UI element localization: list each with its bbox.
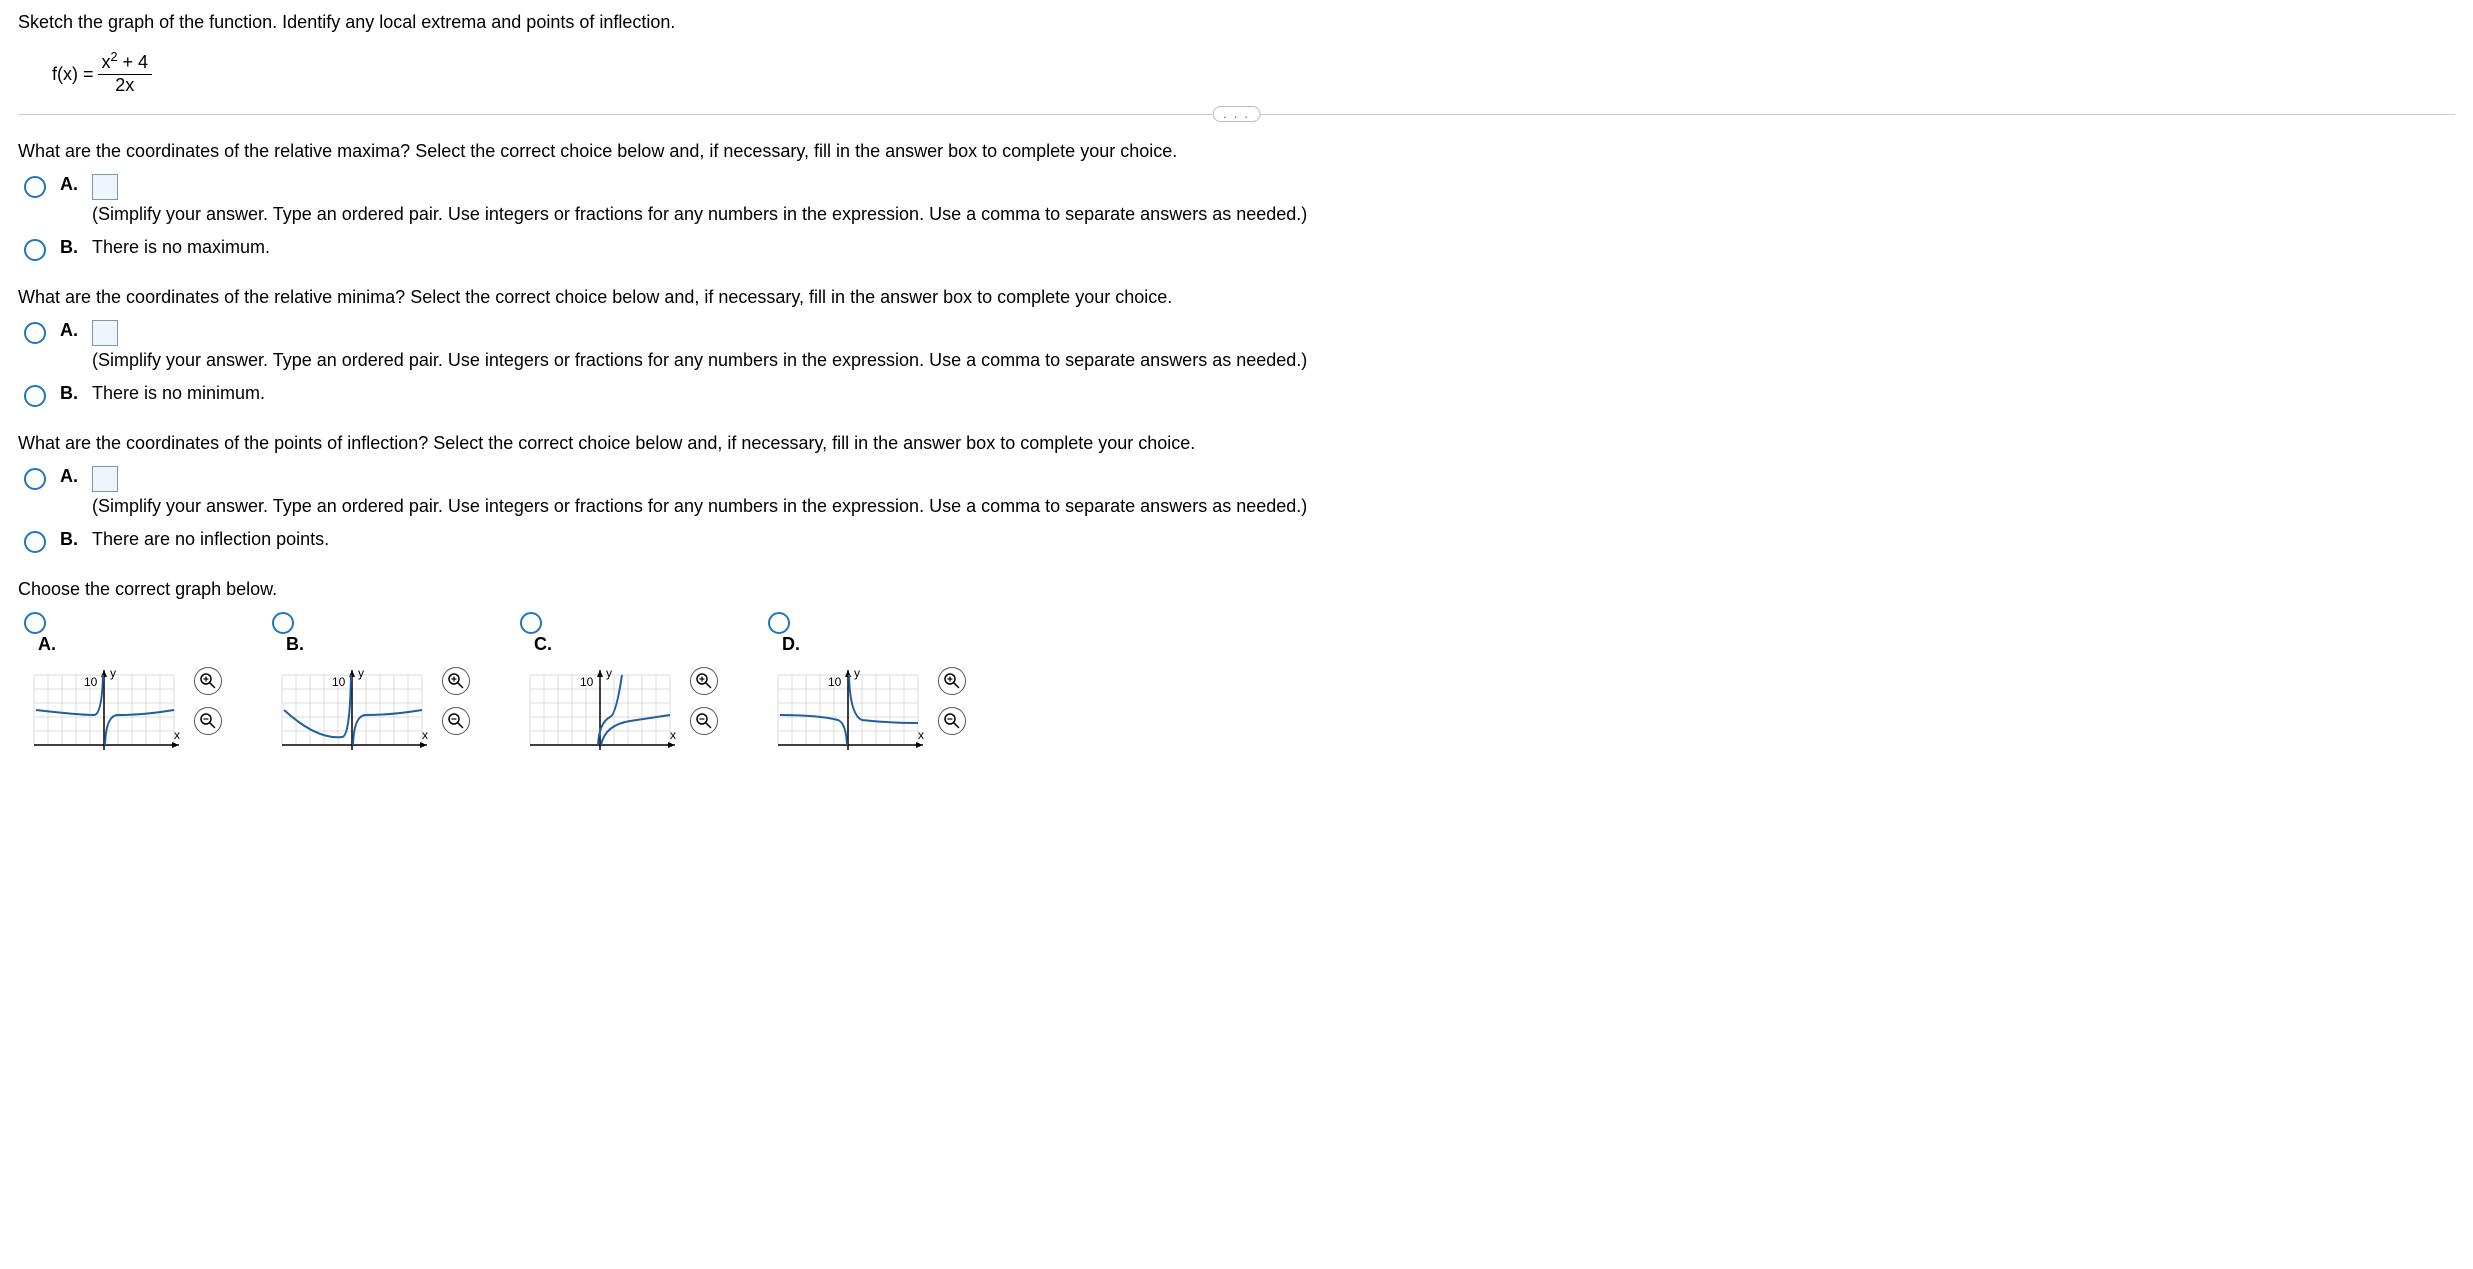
radio-q1-a[interactable] — [24, 176, 46, 198]
answer-input-q3[interactable] — [92, 466, 118, 492]
y-tick: 10 — [580, 675, 594, 689]
choice-letter: B. — [60, 383, 80, 404]
radio-q3-a[interactable] — [24, 468, 46, 490]
formula-numerator: x2 + 4 — [98, 53, 153, 75]
hint-text: (Simplify your answer. Type an ordered p… — [92, 204, 2455, 225]
x-axis-label: x — [174, 728, 180, 742]
y-axis-label: y — [358, 666, 364, 680]
zoom-in-icon[interactable] — [194, 667, 222, 695]
question-minima: What are the coordinates of the relative… — [18, 287, 2455, 308]
choice-letter: A. — [60, 174, 80, 195]
question-maxima: What are the coordinates of the relative… — [18, 141, 2455, 162]
x-axis-label: x — [918, 728, 924, 742]
y-tick: 10 — [84, 675, 98, 689]
question-graph: Choose the correct graph below. — [18, 579, 2455, 600]
zoom-out-icon[interactable] — [194, 707, 222, 735]
hint-text: (Simplify your answer. Type an ordered p… — [92, 350, 2455, 371]
zoom-in-icon[interactable] — [690, 667, 718, 695]
choice-letter: A. — [60, 320, 80, 341]
zoom-out-icon[interactable] — [442, 707, 470, 735]
choice-text: There is no maximum. — [92, 237, 2455, 258]
graph-thumbnail-b[interactable]: y x 10 — [272, 665, 470, 755]
radio-graph-c[interactable] — [520, 612, 542, 634]
choice-letter: B. — [286, 634, 458, 655]
x-axis-label: x — [422, 728, 428, 742]
radio-graph-d[interactable] — [768, 612, 790, 634]
choice-letter: D. — [782, 634, 954, 655]
question-inflection: What are the coordinates of the points o… — [18, 433, 2455, 454]
divider: . . . — [18, 114, 2455, 115]
y-axis-label: y — [854, 666, 860, 680]
zoom-in-icon[interactable] — [442, 667, 470, 695]
answer-input-q1[interactable] — [92, 174, 118, 200]
choice-letter: B. — [60, 529, 80, 550]
y-tick: 10 — [828, 675, 842, 689]
radio-q3-b[interactable] — [24, 531, 46, 553]
choice-letter: A. — [38, 634, 210, 655]
answer-input-q2[interactable] — [92, 320, 118, 346]
y-axis-label: y — [110, 666, 116, 680]
radio-q2-a[interactable] — [24, 322, 46, 344]
choice-text: There are no inflection points. — [92, 529, 2455, 550]
choice-letter: A. — [60, 466, 80, 487]
graph-thumbnail-c[interactable]: y x 10 — [520, 665, 718, 755]
graph-thumbnail-a[interactable]: y x 10 — [24, 665, 222, 755]
zoom-out-icon[interactable] — [938, 707, 966, 735]
radio-graph-a[interactable] — [24, 612, 46, 634]
hint-text: (Simplify your answer. Type an ordered p… — [92, 496, 2455, 517]
radio-q2-b[interactable] — [24, 385, 46, 407]
formula-denominator: 2x — [111, 75, 138, 96]
x-axis-label: x — [670, 728, 676, 742]
radio-q1-b[interactable] — [24, 239, 46, 261]
question-prompt: Sketch the graph of the function. Identi… — [18, 12, 2455, 33]
choice-text: There is no minimum. — [92, 383, 2455, 404]
y-axis-label: y — [606, 666, 612, 680]
choice-letter: B. — [60, 237, 80, 258]
zoom-in-icon[interactable] — [938, 667, 966, 695]
y-tick: 10 — [332, 675, 346, 689]
expand-icon[interactable]: . . . — [1212, 106, 1261, 122]
formula-lhs: f(x) = — [52, 64, 94, 85]
graph-thumbnail-d[interactable]: y x 10 — [768, 665, 966, 755]
function-formula: f(x) = x2 + 4 2x — [52, 53, 2455, 96]
choice-letter: C. — [534, 634, 706, 655]
radio-graph-b[interactable] — [272, 612, 294, 634]
zoom-out-icon[interactable] — [690, 707, 718, 735]
